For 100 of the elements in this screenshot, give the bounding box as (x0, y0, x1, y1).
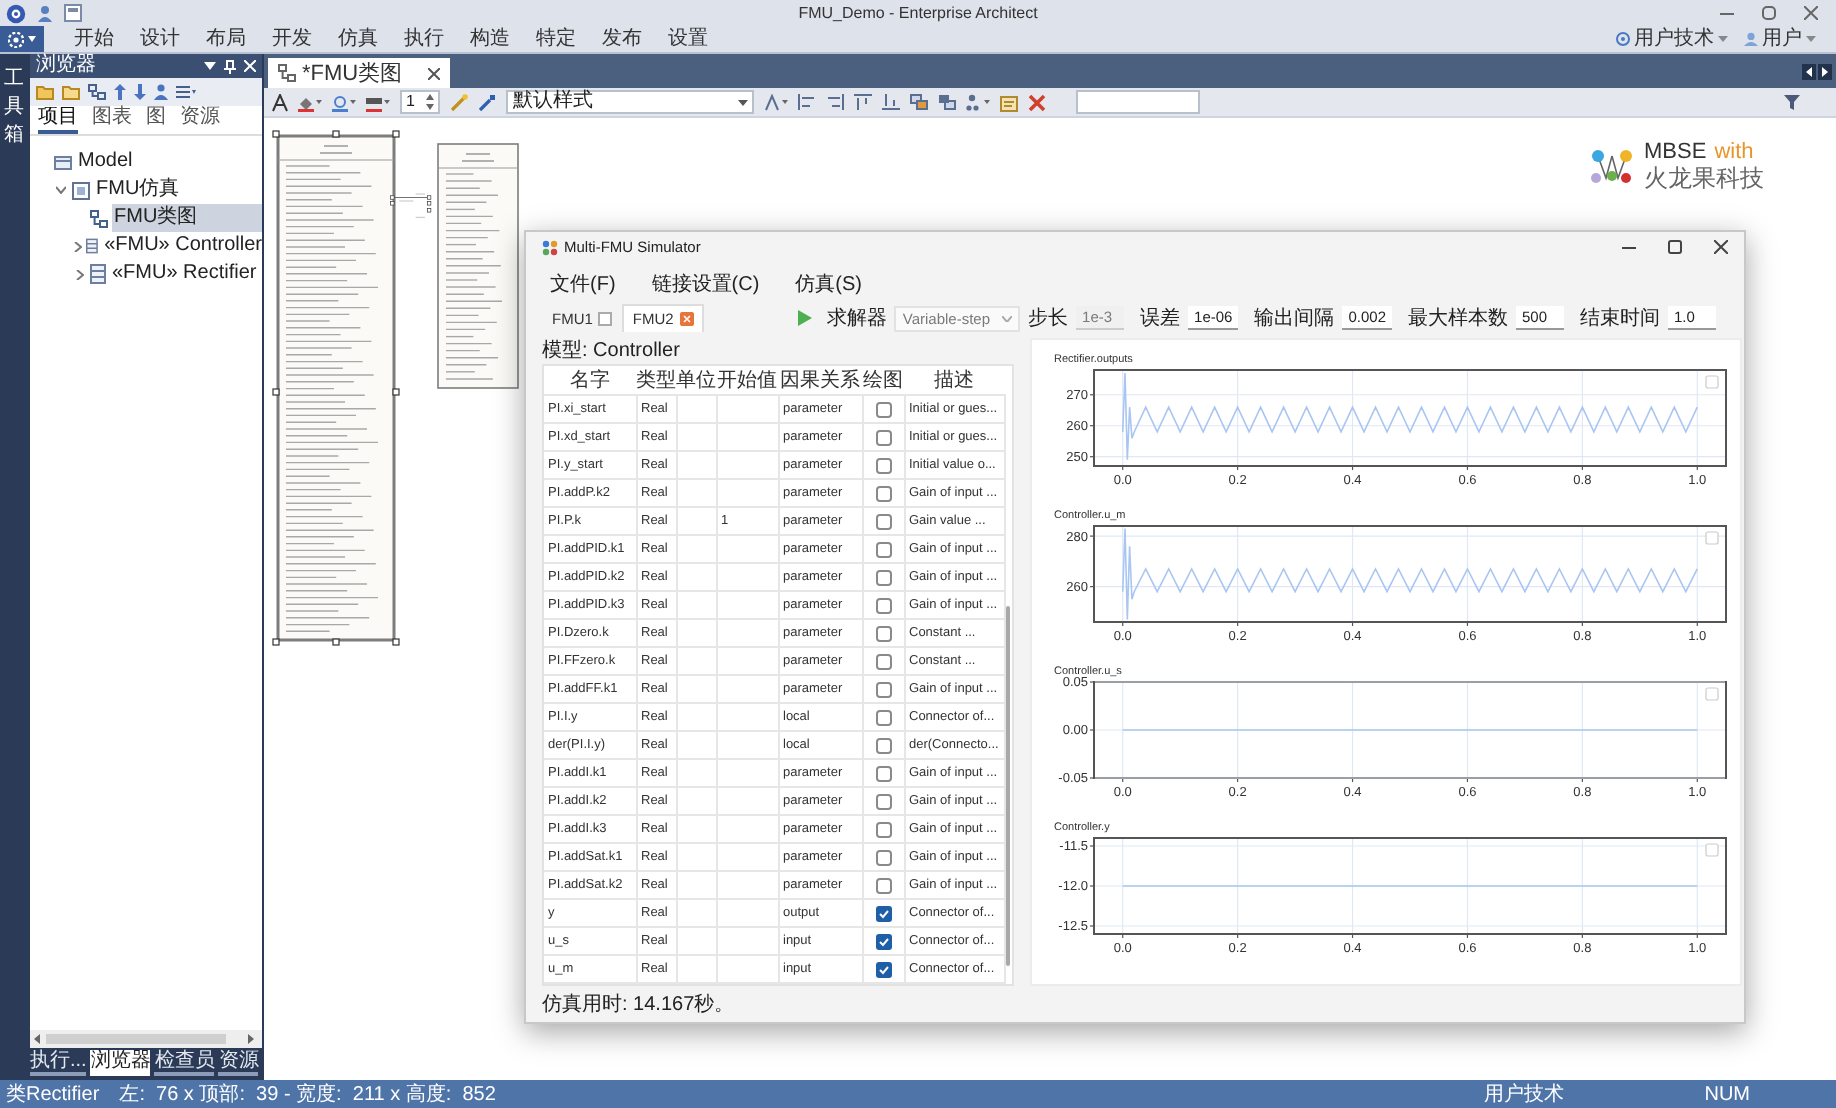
checkbox[interactable] (875, 737, 891, 753)
tree-item[interactable]: FMU仿真 (94, 176, 262, 204)
down-arrow-icon[interactable] (134, 84, 146, 100)
tree-item[interactable]: «FMU» Rectifier (110, 260, 262, 288)
scroll-left-button[interactable] (1802, 63, 1816, 79)
panel-tab[interactable]: 检查员 (154, 1050, 215, 1076)
logo-icon (1588, 144, 1636, 188)
checkbox[interactable] (875, 877, 891, 893)
checkbox[interactable] (875, 513, 891, 529)
checkbox[interactable] (875, 821, 891, 837)
chevron-right-icon[interactable] (73, 241, 82, 251)
app-menu-button[interactable] (0, 26, 44, 52)
send-back-icon[interactable] (938, 94, 957, 110)
spinner-icon[interactable] (426, 94, 435, 110)
font-icon[interactable] (272, 93, 288, 111)
scroll-right-button[interactable] (1818, 63, 1832, 79)
panel-tab[interactable]: 执行... (30, 1050, 87, 1076)
window-title: FMU_Demo - Enterprise Architect (798, 4, 1038, 22)
pin-icon[interactable] (224, 59, 236, 73)
restore-button[interactable] (1762, 6, 1776, 20)
panel-tab[interactable]: 资源 (218, 1050, 259, 1076)
menu-item[interactable]: 特定 (536, 27, 576, 51)
menu-item[interactable]: 仿真(S) (795, 274, 863, 298)
bring-front-icon[interactable] (910, 94, 929, 110)
align-bottom-icon[interactable] (882, 94, 901, 110)
column-header: 因果关系 (778, 366, 862, 395)
close-icon[interactable] (428, 67, 441, 79)
align-right-icon[interactable] (826, 94, 845, 110)
checkbox[interactable] (875, 709, 891, 725)
dropdown-icon[interactable] (204, 62, 216, 70)
maximize-button[interactable] (1668, 240, 1682, 254)
checkbox[interactable] (875, 485, 891, 501)
magic-wand-icon[interactable] (450, 93, 469, 111)
delete-icon[interactable] (1028, 93, 1047, 111)
menu-item[interactable]: 文件(F) (550, 274, 616, 298)
fill-color-icon[interactable] (298, 93, 322, 111)
line-style-icon[interactable] (366, 93, 390, 111)
scrollbar-thumb[interactable] (1006, 606, 1010, 966)
checkbox[interactable] (875, 569, 891, 585)
window-icon[interactable] (64, 4, 82, 22)
properties-icon[interactable] (1000, 93, 1019, 111)
browser-tab[interactable]: 资源 (180, 106, 220, 134)
menu-item[interactable]: 设计 (140, 27, 180, 51)
menu-item[interactable]: 链接设置(C) (651, 274, 760, 298)
filter-icon[interactable] (1784, 94, 1800, 110)
menu-item[interactable]: 开始 (74, 27, 114, 51)
toolbox-tab[interactable]: 工具箱 (4, 64, 24, 148)
tree-item[interactable]: FMU类图 (112, 204, 262, 232)
chevron-right-icon[interactable] (75, 269, 83, 279)
brush-icon[interactable] (478, 93, 497, 111)
logo-accent-text: with (1714, 140, 1754, 166)
menu-item[interactable]: 开发 (272, 27, 312, 51)
person-icon[interactable] (36, 4, 54, 22)
diagram-icon[interactable] (88, 84, 106, 100)
align-left-icon[interactable] (798, 94, 817, 110)
diagram-tab[interactable]: *FMU类图 (268, 58, 451, 88)
line-color-icon[interactable] (332, 93, 356, 111)
user-menu[interactable]: 用户 (1762, 27, 1802, 51)
layout-icon[interactable] (966, 93, 991, 111)
checkbox[interactable] (875, 793, 891, 809)
run-button[interactable] (798, 310, 813, 326)
menu-item[interactable]: 发布 (602, 27, 642, 51)
style-dropdown[interactable]: 默认样式 (506, 90, 755, 114)
panel-tab[interactable]: 浏览器 (90, 1050, 151, 1076)
checkbox[interactable] (875, 961, 891, 977)
up-arrow-icon[interactable] (114, 84, 126, 100)
menu-item[interactable]: 执行 (404, 27, 444, 51)
close-button[interactable] (1714, 240, 1728, 254)
menu-item[interactable]: 仿真 (338, 27, 378, 51)
user-menu[interactable]: 用户技术 (1634, 27, 1714, 51)
person-icon[interactable] (154, 84, 168, 100)
panel-title: 浏览器 (36, 54, 96, 78)
chevron-down-icon[interactable] (56, 186, 66, 194)
menu-item[interactable]: 构造 (470, 27, 510, 51)
checkbox[interactable] (875, 653, 891, 669)
checkbox[interactable] (875, 849, 891, 865)
close-button[interactable] (1804, 6, 1818, 20)
checkbox[interactable] (875, 597, 891, 613)
line-width-field[interactable]: 1 (400, 90, 441, 114)
tree-item[interactable]: Model (76, 148, 262, 176)
checkbox[interactable] (875, 429, 891, 445)
checkbox[interactable] (875, 765, 891, 781)
checkbox[interactable] (875, 401, 891, 417)
param-label: 误差 (1140, 306, 1181, 332)
menu-item[interactable]: 设置 (668, 27, 708, 51)
search-field[interactable] (1076, 90, 1201, 114)
browser-tab[interactable]: 项目 (38, 106, 78, 134)
menu-icon[interactable] (176, 84, 196, 100)
browser-tab[interactable]: 图 (146, 106, 166, 134)
checkbox[interactable] (875, 681, 891, 697)
align-top-icon[interactable] (854, 94, 873, 110)
checkbox[interactable] (875, 905, 891, 921)
checkbox[interactable] (875, 541, 891, 557)
checkbox[interactable] (875, 933, 891, 949)
browser-tab[interactable]: 图表 (92, 106, 132, 134)
tree-item[interactable]: «FMU» Controller (102, 232, 262, 260)
text-style-icon[interactable] (764, 93, 789, 111)
menu-item[interactable]: 布局 (206, 27, 246, 51)
checkbox[interactable] (875, 457, 891, 473)
checkbox[interactable] (875, 625, 891, 641)
